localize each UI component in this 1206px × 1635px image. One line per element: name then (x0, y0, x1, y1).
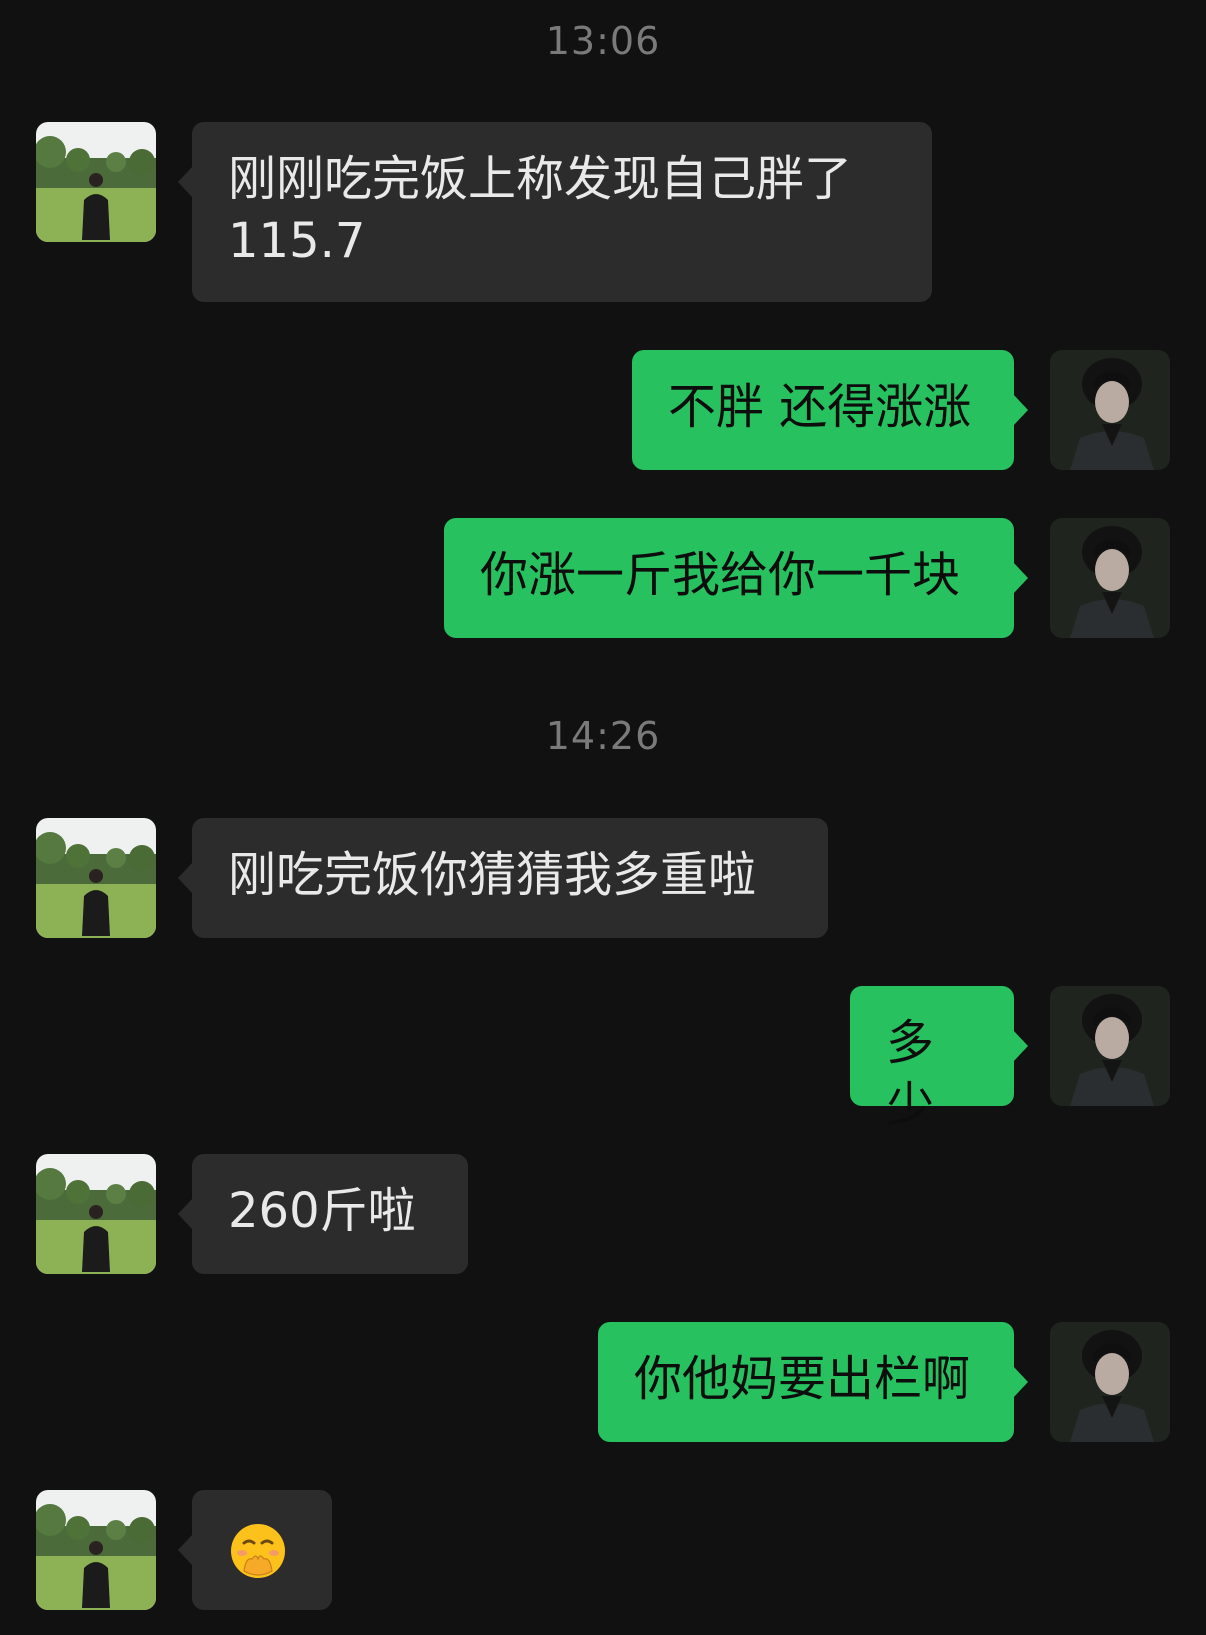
avatar-self[interactable] (1050, 350, 1170, 470)
message-bubble-incoming[interactable]: 刚刚吃完饭上称发现自己胖了115.7 (178, 122, 932, 302)
avatar-self[interactable] (1050, 518, 1170, 638)
avatar-field-image (36, 1154, 156, 1274)
avatar-contact[interactable] (36, 1154, 156, 1274)
avatar-dark-portrait (1050, 350, 1170, 470)
message-text: 刚刚吃完饭上称发现自己胖了115.7 (228, 151, 853, 269)
message-bubble-outgoing[interactable]: 多少 (850, 986, 1028, 1133)
message-bubble-incoming[interactable]: 刚吃完饭你猜猜我多重啦 (178, 818, 828, 938)
avatar-self[interactable] (1050, 1322, 1170, 1442)
message-bubble-incoming[interactable] (178, 1490, 332, 1610)
message-text: 你他妈要出栏啊 (634, 1351, 971, 1407)
message-text: 不胖 还得涨涨 (668, 379, 972, 435)
timestamp: 14:26 (545, 714, 661, 758)
avatar-field-image (36, 1490, 156, 1610)
avatar-contact[interactable] (36, 122, 156, 242)
chat-view: 13:06 刚刚吃完饭上称发现自己胖了115.7 不胖 还得涨涨 你涨一斤我给你… (0, 0, 1206, 1635)
message-bubble-incoming[interactable]: 260斤啦 (178, 1154, 468, 1274)
avatar-dark-portrait (1050, 986, 1170, 1106)
timestamp: 13:06 (545, 19, 661, 63)
message-bubble-outgoing[interactable]: 不胖 还得涨涨 (632, 350, 1028, 470)
message-text: 你涨一斤我给你一千块 (480, 547, 961, 603)
avatar-dark-portrait (1050, 518, 1170, 638)
avatar-contact[interactable] (36, 818, 156, 938)
message-bubble-outgoing[interactable]: 你他妈要出栏啊 (598, 1322, 1028, 1442)
face-with-hand-over-mouth-icon (231, 1524, 285, 1578)
avatar-field-image (36, 122, 156, 242)
message-bubble-outgoing[interactable]: 你涨一斤我给你一千块 (444, 518, 1028, 638)
avatar-field-image (36, 818, 156, 938)
avatar-dark-portrait (1050, 1322, 1170, 1442)
message-text: 多少 (886, 1015, 935, 1133)
message-text: 刚吃完饭你猜猜我多重啦 (228, 847, 757, 903)
message-text: 260斤啦 (228, 1183, 416, 1239)
avatar-self[interactable] (1050, 986, 1170, 1106)
avatar-contact[interactable] (36, 1490, 156, 1610)
